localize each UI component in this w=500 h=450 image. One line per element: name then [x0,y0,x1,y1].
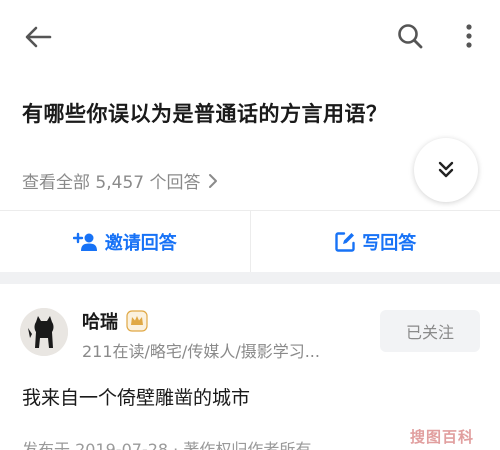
search-button[interactable] [392,18,428,54]
chevron-right-icon [208,173,218,189]
invite-answer-label: 邀请回答 [104,232,177,254]
edit-icon [335,231,355,252]
top-bar [0,0,500,72]
search-icon [398,24,423,49]
add-user-icon [72,232,97,251]
watermark: 搜图百科 [410,428,475,446]
section-divider [0,272,500,284]
expand-question-button[interactable] [414,138,478,202]
author-name-row: 哈瑞 [82,308,148,334]
write-answer-label: 写回答 [362,232,417,254]
question-action-bar: 邀请回答 写回答 [0,210,500,272]
invite-answer-button[interactable]: 邀请回答 [0,211,250,272]
double-chevron-down-icon [438,161,454,178]
view-all-answers-label: 查看全部 5,457 个回答 [22,173,201,193]
back-button[interactable] [18,20,58,54]
write-answer-button[interactable]: 写回答 [249,211,500,272]
crown-badge-icon [126,310,148,332]
author-bio: 211在读/略宅/传媒人/摄影学习... [82,342,320,361]
answer-author-row: 哈瑞 211在读/略宅/传媒人/摄影学习... 已关注 [0,284,500,374]
follow-button[interactable]: 已关注 [380,310,480,352]
avatar[interactable] [20,308,68,356]
answer-meta: 发布于 2019-07-28 · 著作权归作者所有 [22,440,312,450]
answer-excerpt[interactable]: 我来自一个倚壁雕凿的城市 [22,383,250,410]
more-vertical-icon [466,24,472,48]
view-all-answers-link[interactable]: 查看全部 5,457 个回答 [22,168,218,193]
arrow-left-icon [25,26,52,48]
question-title: 有哪些你误以为是普通话的方言用语？ [22,102,388,126]
author-name[interactable]: 哈瑞 [82,308,118,334]
cat-silhouette-icon [20,308,68,356]
more-options-button[interactable] [456,18,482,54]
